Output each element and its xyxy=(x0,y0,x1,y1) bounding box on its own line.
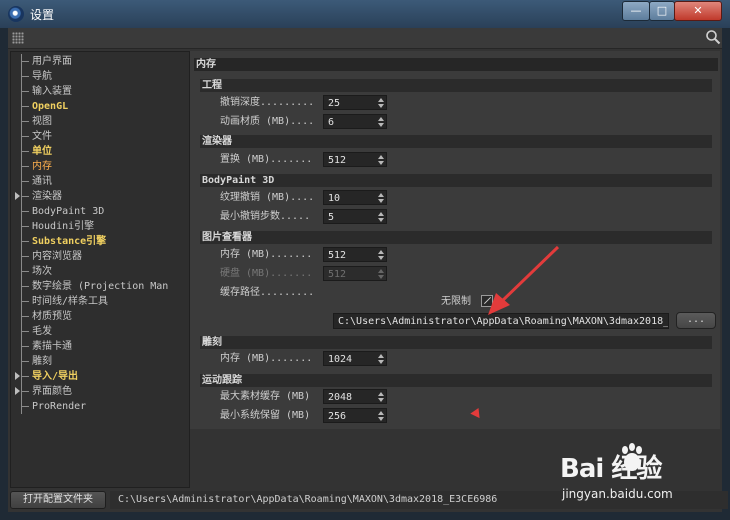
expand-arrow-icon[interactable] xyxy=(15,192,20,200)
displace-field[interactable]: 512 xyxy=(323,152,387,167)
sidebar-item-memory[interactable]: 内存 xyxy=(15,159,52,174)
group-header-sculpt[interactable]: 雕刻 xyxy=(200,336,712,349)
group-header-project[interactable]: 工程 xyxy=(200,79,712,92)
pv-disk-label: 硬盘 (MB)....... xyxy=(220,268,313,279)
close-button[interactable]: ✕ xyxy=(674,1,722,21)
spinner-icon xyxy=(378,269,384,280)
sculpt-memory-label: 内存 (MB)....... xyxy=(220,353,313,364)
baidu-jingyan-watermark: Bai 经验 jingyan.baidu.com xyxy=(560,440,700,510)
unlimited-label: 无限制 xyxy=(441,296,471,307)
sidebar-item-renderer[interactable]: 渲染器 xyxy=(15,189,62,204)
spinner-icon[interactable] xyxy=(378,411,384,422)
page-title: 内存 xyxy=(194,58,718,71)
search-icon[interactable] xyxy=(705,29,721,45)
sidebar-item-sculpt[interactable]: 雕刻 xyxy=(15,354,52,369)
sidebar-item-hair[interactable]: 毛发 xyxy=(15,324,52,339)
spinner-icon[interactable] xyxy=(378,212,384,223)
anim-material-label: 动画材质 (MB).... xyxy=(220,116,315,127)
anim-material-field[interactable]: 6 xyxy=(323,114,387,129)
sidebar-item-interface-colors[interactable]: 界面颜色 xyxy=(15,384,72,399)
min-reserve-field[interactable]: 256 xyxy=(323,408,387,423)
pv-memory-field[interactable]: 512 xyxy=(323,247,387,262)
sidebar-item-houdini[interactable]: Houdini引擎 xyxy=(15,219,94,234)
spinner-icon[interactable] xyxy=(378,392,384,403)
sidebar-item-units[interactable]: 单位 xyxy=(15,144,52,159)
sidebar-item-communication[interactable]: 通讯 xyxy=(15,174,52,189)
watermark-site: jingyan.baidu.com xyxy=(562,487,673,501)
cinema4d-logo-icon xyxy=(8,6,24,22)
group-header-bodypaint[interactable]: BodyPaint 3D xyxy=(200,174,712,187)
texture-undo-label: 纹理撤销 (MB).... xyxy=(220,192,315,203)
spinner-icon[interactable] xyxy=(378,117,384,128)
pv-disk-field: 512 xyxy=(323,266,387,281)
sidebar-item-bodypaint[interactable]: BodyPaint 3D xyxy=(15,204,104,219)
annotation-arrow-icon xyxy=(488,245,560,315)
settings-category-tree[interactable]: 用户界面 导航 输入装置 OpenGL 视图 文件 单位 内存 通讯 渲染器 B… xyxy=(10,51,190,488)
cache-path-label: 缓存路径......... xyxy=(220,287,315,298)
displace-label: 置换 (MB)....... xyxy=(220,154,313,165)
sculpt-memory-field[interactable]: 1024 xyxy=(323,351,387,366)
sidebar-item-timeline[interactable]: 时间线/样条工具 xyxy=(15,294,108,309)
expand-arrow-icon[interactable] xyxy=(15,372,20,380)
group-header-renderer[interactable]: 渲染器 xyxy=(200,135,712,148)
sidebar-item-input-devices[interactable]: 输入装置 xyxy=(15,84,72,99)
spinner-icon[interactable] xyxy=(378,250,384,261)
maximize-button[interactable]: □ xyxy=(649,1,675,21)
group-header-picture-viewer[interactable]: 图片查看器 xyxy=(200,231,712,244)
sidebar-item-user-interface[interactable]: 用户界面 xyxy=(15,54,72,69)
window-title: 设置 xyxy=(30,8,55,22)
watermark-logo: Bai 经验 xyxy=(560,454,662,484)
open-config-folder-button[interactable]: 打开配置文件夹 xyxy=(10,491,106,509)
group-header-motion-tracking[interactable]: 运动跟踪 xyxy=(200,374,712,387)
min-undo-field[interactable]: 5 xyxy=(323,209,387,224)
memory-settings-panel: 内存 工程 撤销深度......... 25 动画材质 (MB).... 6 渲… xyxy=(190,51,720,429)
sidebar-item-sketch-toon[interactable]: 素描卡通 xyxy=(15,339,72,354)
sidebar-item-material-preview[interactable]: 材质预览 xyxy=(15,309,72,324)
spinner-icon[interactable] xyxy=(378,354,384,365)
sidebar-item-import-export[interactable]: 导入/导出 xyxy=(15,369,78,384)
browse-button[interactable]: ... xyxy=(676,312,716,329)
grip-icon[interactable] xyxy=(12,32,24,44)
spinner-icon[interactable] xyxy=(378,98,384,109)
spinner-icon[interactable] xyxy=(378,193,384,204)
max-footage-field[interactable]: 2048 xyxy=(323,389,387,404)
sidebar-item-substance[interactable]: Substance引擎 xyxy=(15,234,106,249)
sidebar-item-files[interactable]: 文件 xyxy=(15,129,52,144)
expand-arrow-icon[interactable] xyxy=(15,387,20,395)
toolbar xyxy=(8,28,722,49)
sidebar-item-opengl[interactable]: OpenGL xyxy=(15,99,68,114)
sidebar-item-viewport[interactable]: 视图 xyxy=(15,114,52,129)
title-bar[interactable]: 设置 — □ ✕ xyxy=(0,0,730,28)
baidu-paw-icon xyxy=(622,443,642,471)
min-reserve-label: 最小系统保留 (MB) xyxy=(220,410,311,421)
sidebar-item-projection-man[interactable]: 数字绘景 (Projection Man xyxy=(15,279,168,294)
sidebar-item-content-browser[interactable]: 内容浏览器 xyxy=(15,249,82,264)
sidebar-item-takes[interactable]: 场次 xyxy=(15,264,52,279)
min-undo-label: 最小撤销步数..... xyxy=(220,211,311,222)
sidebar-item-prorender[interactable]: ProRender xyxy=(15,399,86,414)
undo-depth-label: 撤销深度......... xyxy=(220,97,315,108)
minimize-button[interactable]: — xyxy=(622,1,650,21)
texture-undo-field[interactable]: 10 xyxy=(323,190,387,205)
max-footage-label: 最大素材缓存 (MB) xyxy=(220,391,311,402)
spinner-icon[interactable] xyxy=(378,155,384,166)
sidebar-item-navigation[interactable]: 导航 xyxy=(15,69,52,84)
undo-depth-field[interactable]: 25 xyxy=(323,95,387,110)
pv-memory-label: 内存 (MB)....... xyxy=(220,249,313,260)
